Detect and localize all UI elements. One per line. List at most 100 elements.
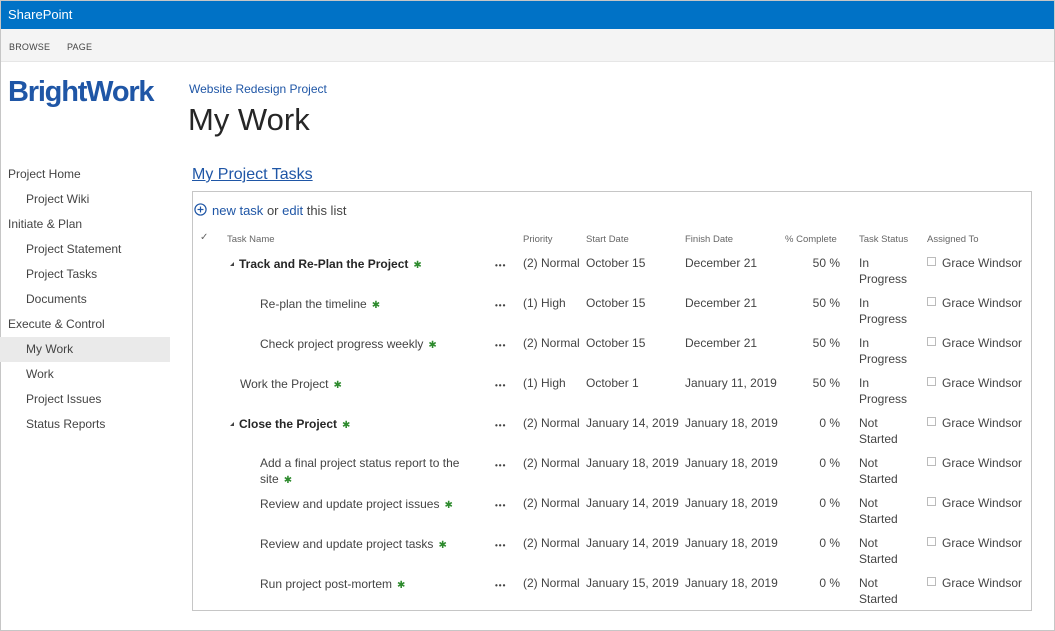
assignee-name[interactable]: Grace Windsor <box>942 536 1022 550</box>
assignee-name[interactable]: Grace Windsor <box>942 256 1022 270</box>
brightwork-logo[interactable]: BrightWork <box>8 76 155 109</box>
task-name-link[interactable]: Track and Re-Plan the Project <box>239 257 408 271</box>
nav-item-label: Status Reports <box>26 417 106 431</box>
assigned-to-cell: Grace Windsor <box>927 255 1022 271</box>
or-text: or <box>266 203 279 218</box>
ellipsis-icon[interactable]: ••• <box>495 258 506 274</box>
task-name-link[interactable]: Review and update project issues <box>260 497 439 511</box>
ellipsis-icon[interactable]: ••• <box>495 538 506 554</box>
assignee-name[interactable]: Grace Windsor <box>942 416 1022 430</box>
finish-date-cell: January 11, 2019 <box>685 376 777 390</box>
sharepoint-brand[interactable]: SharePoint <box>8 7 72 22</box>
finish-date-cell: January 18, 2019 <box>685 496 778 510</box>
ellipsis-icon[interactable]: ••• <box>495 458 506 474</box>
plus-circle-icon[interactable] <box>194 203 207 216</box>
header-finish-date[interactable]: Finish Date <box>685 234 733 245</box>
priority-cell: (2) Normal <box>523 536 580 550</box>
priority-cell: (2) Normal <box>523 456 580 470</box>
task-name-link[interactable]: Close the Project <box>239 417 337 431</box>
table-row[interactable]: Check project progress weekly ✱ ••• (2) Nor… <box>193 335 1031 375</box>
task-name-cell: Review and update project tasks ✱ <box>260 536 465 554</box>
header-task-name[interactable]: Task Name <box>227 234 275 245</box>
start-date-cell: January 14, 2019 <box>586 496 679 510</box>
header-task-status[interactable]: Task Status <box>859 234 908 245</box>
ellipsis-icon[interactable]: ••• <box>495 578 506 594</box>
priority-cell: (2) Normal <box>523 576 580 590</box>
nav-item-label: Work <box>26 367 54 381</box>
tab-browse[interactable]: BROWSE <box>9 42 50 52</box>
ribbon-tabs: BROWSE PAGE <box>1 29 1054 62</box>
table-row[interactable]: Track and Re-Plan the Project ✱ ••• (2) Nor… <box>193 255 1031 295</box>
start-date-cell: January 14, 2019 <box>586 536 679 550</box>
task-name-link[interactable]: Review and update project tasks <box>260 537 433 551</box>
finish-date-cell: January 18, 2019 <box>685 456 778 470</box>
nav-item-work[interactable]: Work <box>0 362 170 387</box>
breadcrumb[interactable]: Website Redesign Project <box>189 82 327 96</box>
nav-item-project-issues[interactable]: Project Issues <box>0 387 170 412</box>
ellipsis-icon[interactable]: ••• <box>495 298 506 314</box>
priority-cell: (1) High <box>523 376 566 390</box>
assignee-name[interactable]: Grace Windsor <box>942 456 1022 470</box>
nav-item-initiate-plan[interactable]: Initiate & Plan <box>0 212 170 237</box>
table-row[interactable]: Run project post-mortem ✱ ••• (2) Normal Jan… <box>193 575 1031 615</box>
nav-item-status-reports[interactable]: Status Reports <box>0 412 170 437</box>
assignee-name[interactable]: Grace Windsor <box>942 296 1022 310</box>
task-status-cell: In Progress <box>859 256 908 286</box>
new-item-icon: ✱ <box>444 500 453 511</box>
header-priority[interactable]: Priority <box>523 234 553 245</box>
nav-item-label: Project Home <box>8 167 81 181</box>
assigned-to-cell: Grace Windsor <box>927 415 1022 431</box>
task-name-link[interactable]: Re-plan the timeline <box>260 297 367 311</box>
table-row[interactable]: Add a final project status report to the… <box>193 455 1031 495</box>
page-title: My Work <box>188 102 310 137</box>
new-item-icon: ✱ <box>283 475 293 486</box>
nav-item-project-home[interactable]: Project Home <box>0 162 170 187</box>
task-status-cell: Not Started <box>859 576 898 606</box>
edit-list-link[interactable]: edit <box>282 203 303 218</box>
nav-item-execute-control[interactable]: Execute & Control <box>0 312 170 337</box>
assignee-name[interactable]: Grace Windsor <box>942 376 1022 390</box>
nav-item-label: Execute & Control <box>8 317 105 331</box>
ellipsis-icon[interactable]: ••• <box>495 378 506 394</box>
task-status-cell: Not Started <box>859 456 898 486</box>
ellipsis-icon[interactable]: ••• <box>495 418 506 434</box>
task-name-link[interactable]: Work the Project <box>240 377 328 391</box>
assignee-name[interactable]: Grace Windsor <box>942 336 1022 350</box>
task-name-cell: Re-plan the timeline ✱ <box>260 296 465 314</box>
priority-cell: (2) Normal <box>523 416 580 430</box>
presence-checkbox-icon <box>927 537 936 546</box>
select-all-check[interactable]: ✓ <box>200 232 208 243</box>
ellipsis-icon[interactable]: ••• <box>495 498 506 514</box>
presence-checkbox-icon <box>927 577 936 586</box>
nav-item-project-tasks[interactable]: Project Tasks <box>0 262 170 287</box>
table-row[interactable]: Review and update project issues ✱ ••• (2) … <box>193 495 1031 535</box>
nav-item-label: My Work <box>26 342 74 356</box>
task-name-link[interactable]: Run project post-mortem <box>260 577 392 591</box>
assignee-name[interactable]: Grace Windsor <box>942 496 1022 510</box>
assigned-to-cell: Grace Windsor <box>927 335 1022 351</box>
table-row[interactable]: Re-plan the timeline ✱ ••• (1) High October … <box>193 295 1031 335</box>
assigned-to-cell: Grace Windsor <box>927 575 1022 591</box>
task-name-link[interactable]: Check project progress weekly <box>260 337 423 351</box>
nav-item-project-wiki[interactable]: Project Wiki <box>0 187 170 212</box>
assigned-to-cell: Grace Windsor <box>927 535 1022 551</box>
webpart-title[interactable]: My Project Tasks <box>192 166 313 184</box>
collapse-triangle-icon[interactable] <box>230 262 234 266</box>
nav-item-my-work[interactable]: My Work <box>0 337 170 362</box>
header-start-date[interactable]: Start Date <box>586 234 629 245</box>
assigned-to-cell: Grace Windsor <box>927 455 1022 471</box>
assignee-name[interactable]: Grace Windsor <box>942 576 1022 590</box>
table-row[interactable]: Work the Project ✱ ••• (1) High October 1 Jan… <box>193 375 1031 415</box>
tab-page[interactable]: PAGE <box>67 42 92 52</box>
presence-checkbox-icon <box>927 497 936 506</box>
finish-date-cell: December 21 <box>685 336 758 350</box>
header-assigned-to[interactable]: Assigned To <box>927 234 979 245</box>
ellipsis-icon[interactable]: ••• <box>495 338 506 354</box>
table-row[interactable]: Review and update project tasks ✱ ••• (2) N… <box>193 535 1031 575</box>
nav-item-project-statement[interactable]: Project Statement <box>0 237 170 262</box>
collapse-triangle-icon[interactable] <box>230 422 234 426</box>
header-percent-complete[interactable]: % Complete <box>785 234 837 245</box>
table-row[interactable]: Close the Project ✱ ••• (2) Normal January 1… <box>193 415 1031 455</box>
nav-item-documents[interactable]: Documents <box>0 287 170 312</box>
new-task-link[interactable]: new task <box>212 203 263 218</box>
